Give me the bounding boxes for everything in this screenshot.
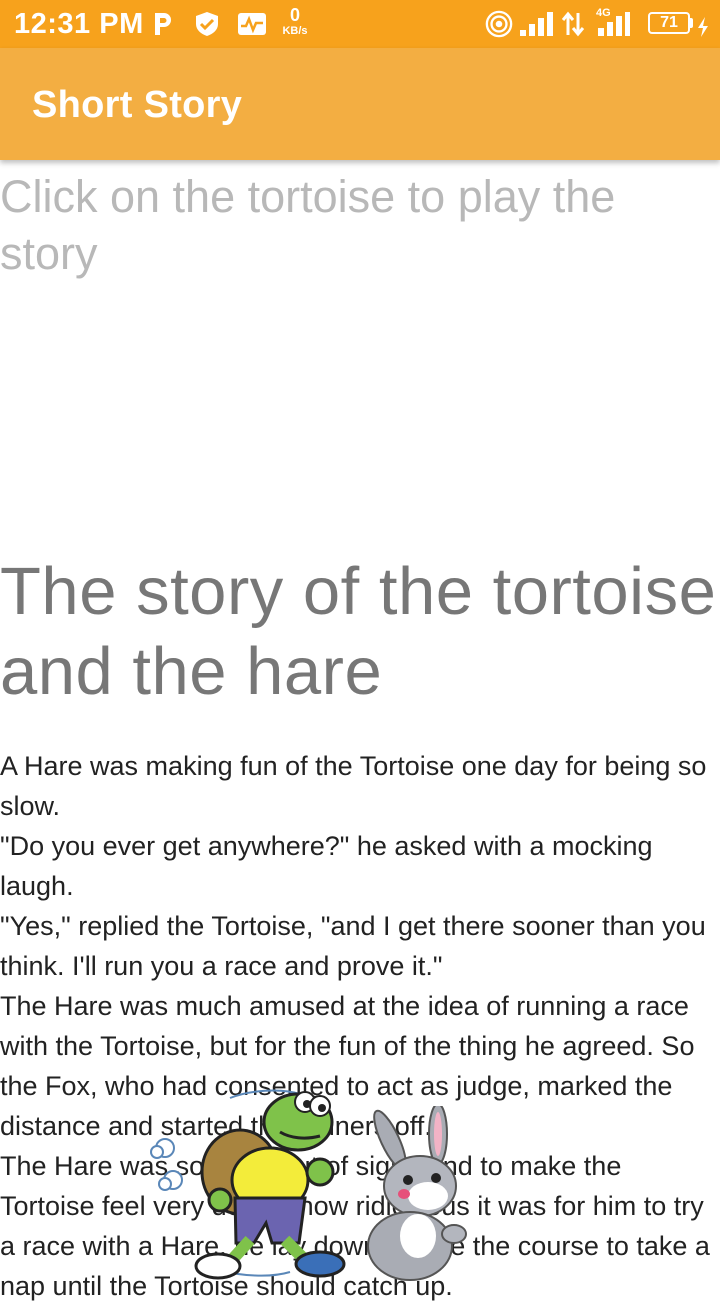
app-title: Short Story: [32, 84, 243, 126]
dust-cloud-icon: [150, 1138, 183, 1191]
play-instruction: Click on the tortoise to play the story: [0, 171, 616, 279]
net-speed-unit: KB/s: [282, 25, 308, 37]
battery-tip: [690, 18, 693, 28]
data-arrows-icon: [561, 11, 585, 37]
signal-icon: [520, 12, 553, 36]
charging-icon: [698, 17, 708, 37]
status-bar: 12:31 PM 0 KB/s 4G 71: [0, 0, 720, 48]
signal-4g-icon: [598, 12, 630, 36]
story-animation: [140, 1080, 480, 1281]
hare-character: [367, 1106, 467, 1281]
tortoise-character[interactable]: [180, 1080, 360, 1280]
activity-monitor-icon: [238, 13, 266, 35]
net-speed-value: 0: [289, 5, 300, 25]
app-bar: Short Story: [0, 48, 720, 160]
shield-icon: [196, 12, 218, 36]
status-time: 12:31 PM: [14, 8, 144, 40]
story-heading: The story of the tortoise and the hare: [0, 554, 717, 709]
battery-level: 71: [660, 14, 678, 31]
p-app-icon: [155, 13, 171, 35]
network-speed: 0 KB/s: [280, 6, 310, 37]
hotspot-icon: [485, 10, 513, 38]
battery-icon: 71: [648, 12, 690, 34]
